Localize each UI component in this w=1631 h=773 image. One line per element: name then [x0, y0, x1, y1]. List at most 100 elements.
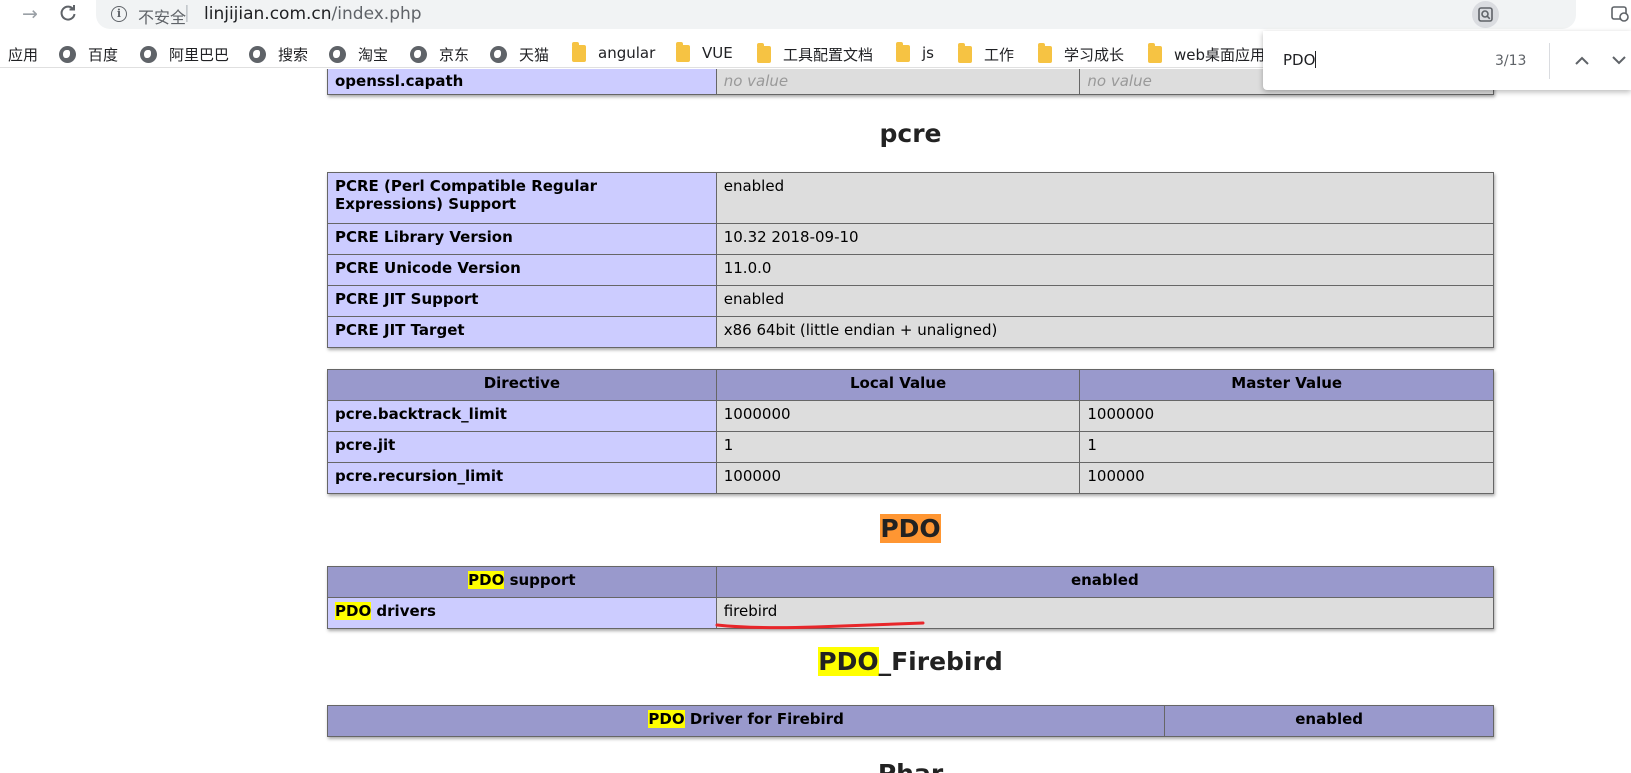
info-value: enabled [715, 172, 1495, 224]
bookmark-label: 学习成长 [1064, 46, 1125, 64]
globe-icon [329, 46, 346, 63]
pcre-info-table: PCRE (Perl Compatible Regular Expression… [327, 172, 1495, 348]
table-row: PCRE (Perl Compatible Regular Expression… [327, 172, 1495, 224]
text-caret [1315, 51, 1317, 68]
find-previous-button[interactable] [1569, 45, 1595, 75]
bookmark-search[interactable]: 搜索 [249, 44, 308, 65]
reload-button[interactable] [56, 2, 80, 26]
firebird-driver-value: enabled [1164, 705, 1494, 737]
row-text: drivers [371, 602, 436, 620]
chevron-up-icon [1575, 56, 1589, 65]
table-header-row: PDO Driver for Firebird enabled [326, 705, 1494, 737]
insecure-label[interactable]: 不安全 [138, 4, 186, 28]
find-match-active: PDO [880, 514, 941, 543]
bookmark-folder-vue[interactable]: VUE [676, 41, 733, 62]
header-text: Driver for Firebird [684, 710, 844, 728]
find-match: PDO [818, 647, 879, 676]
globe-icon [59, 46, 76, 63]
info-name: PCRE (Perl Compatible Regular Expression… [327, 172, 717, 224]
find-query: PDO [1283, 51, 1316, 69]
address-bar[interactable]: i 不安全 | linjijian.com.cn/index.php [96, 0, 1576, 29]
chevron-down-icon [1612, 55, 1626, 64]
info-value: enabled [715, 285, 1495, 317]
header-text: support [504, 571, 576, 589]
site-info-icon[interactable]: i [111, 6, 127, 22]
find-match-count: 3/13 [1495, 53, 1527, 69]
pdo-support-header: PDO support [327, 566, 717, 598]
info-name: PCRE JIT Support [327, 285, 717, 317]
firebird-driver-header: PDO Driver for Firebird [326, 705, 1166, 737]
find-icon [1478, 7, 1493, 22]
bookmark-folder-angular[interactable]: angular [572, 41, 655, 62]
bookmark-tmall[interactable]: 天猫 [490, 44, 549, 65]
table-row: pcre.jit 1 1 [327, 431, 1494, 463]
globe-icon [249, 46, 266, 63]
page-content: openssl.capath no value no value pcre PC… [0, 69, 1631, 773]
find-in-page-button[interactable] [1472, 1, 1499, 28]
arrow-right-icon: → [22, 3, 38, 25]
local-value: 1 [715, 431, 1081, 463]
bookmark-folder-work[interactable]: 工作 [958, 43, 1015, 65]
find-match: PDO [335, 602, 372, 620]
address-separator: | [184, 3, 190, 23]
url-text[interactable]: linjijian.com.cn/index.php [204, 4, 422, 24]
bookmark-label: 工作 [984, 46, 1015, 64]
section-title-pdo: PDO [327, 514, 1494, 543]
find-input[interactable]: PDO [1283, 51, 1317, 69]
local-value: 100000 [715, 462, 1081, 494]
master-value: 100000 [1079, 462, 1494, 494]
column-header-local: Local Value [715, 369, 1081, 401]
master-value: 1 [1079, 431, 1494, 463]
pcre-directives-table: Directive Local Value Master Value pcre.… [327, 369, 1494, 494]
pdo-drivers-name: PDO drivers [327, 597, 717, 629]
bookmark-apps[interactable]: 应用 [8, 44, 38, 65]
extension-gear-icon [1611, 6, 1629, 22]
bookmark-label: web桌面应用 [1174, 46, 1266, 64]
info-name: PCRE JIT Target [327, 316, 717, 348]
bookmark-alibaba[interactable]: 阿里巴巴 [140, 44, 229, 65]
url-path: /index.php [331, 4, 422, 24]
bookmark-baidu[interactable]: 百度 [59, 44, 118, 65]
find-match: PDO [648, 710, 685, 728]
find-next-button[interactable] [1607, 45, 1631, 75]
reload-icon [60, 5, 76, 21]
info-value: x86 64bit (little endian + unaligned) [715, 316, 1495, 348]
bookmark-folder-web-desktop[interactable]: web桌面应用 [1148, 43, 1266, 65]
bookmark-jd[interactable]: 京东 [410, 44, 469, 65]
find-bar: PDO 3/13 [1263, 31, 1631, 90]
table-header-row: Directive Local Value Master Value [327, 369, 1494, 401]
extension-icon[interactable] [1610, 4, 1631, 26]
bookmark-folder-tool-docs[interactable]: 工具配置文档 [757, 43, 874, 65]
globe-icon [490, 46, 507, 63]
bookmark-label: VUE [702, 44, 733, 62]
title-text: _Firebird [878, 647, 1003, 676]
folder-icon [757, 43, 771, 63]
master-value: 1000000 [1079, 400, 1494, 432]
column-header-directive: Directive [327, 369, 717, 401]
table-row: pcre.recursion_limit 100000 100000 [327, 462, 1494, 494]
table-row: pcre.backtrack_limit 1000000 1000000 [327, 400, 1494, 432]
bookmark-taobao[interactable]: 淘宝 [329, 44, 388, 65]
pdo-firebird-table: PDO Driver for Firebird enabled [326, 705, 1494, 737]
table-header-row: PDO support enabled [327, 566, 1495, 598]
info-value: 11.0.0 [715, 254, 1495, 286]
red-annotation-underline [715, 621, 925, 630]
bookmark-label: 工具配置文档 [783, 46, 874, 64]
column-header-master: Master Value [1079, 369, 1494, 401]
bookmark-apps-label: 应用 [8, 46, 39, 64]
bookmark-label: 百度 [88, 46, 119, 64]
bookmark-label: js [922, 44, 934, 62]
url-host: linjijian.com.cn [204, 4, 332, 24]
folder-icon [1148, 43, 1162, 63]
bookmark-folder-js[interactable]: js [896, 41, 934, 62]
info-name: PCRE Library Version [327, 223, 717, 255]
bookmark-folder-learning[interactable]: 学习成长 [1038, 43, 1125, 65]
bookmark-label: 天猫 [519, 46, 550, 64]
forward-button[interactable]: → [18, 2, 42, 26]
find-divider [1549, 43, 1550, 79]
bookmark-label: 阿里巴巴 [169, 46, 230, 64]
folder-icon [676, 41, 690, 62]
bookmark-label: 搜索 [278, 46, 309, 64]
globe-icon [140, 46, 157, 63]
find-match: PDO [468, 571, 505, 589]
